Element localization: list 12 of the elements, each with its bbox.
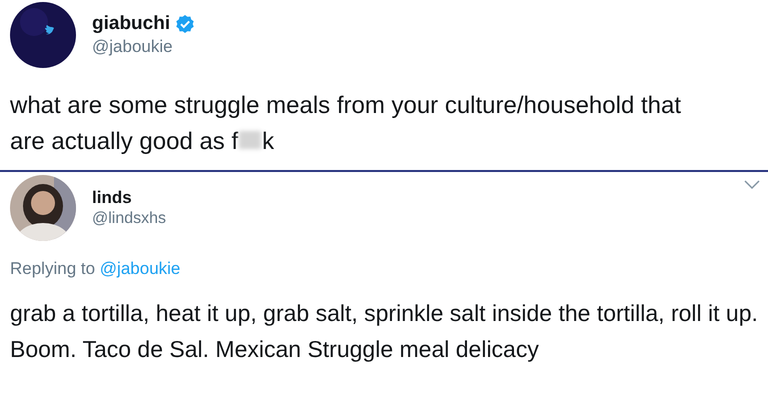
user-name[interactable]: giabuchi [92, 13, 170, 35]
avatar [10, 2, 76, 68]
tweet-text: what are some struggle meals from your culture/household that are actually good as f k [10, 88, 690, 160]
user-name[interactable]: linds [92, 188, 166, 208]
replying-to-text: Replying to @jaboukie [10, 259, 182, 279]
reply-text: grab a tortilla, heat it up, grab salt, sprinkle salt inside the tortilla, roll it up. Boom. Taco de Sal. Mexican Struggle meal delicacy [10, 299, 759, 364]
chevron-down-icon[interactable] [744, 180, 760, 190]
verified-badge-icon [175, 14, 196, 34]
censored-word: f k [231, 127, 274, 157]
mention-link[interactable]: @jaboukie [100, 259, 180, 278]
user-handle[interactable]: @lindsxhs [92, 210, 166, 228]
user-handle[interactable]: @jaboukie [92, 37, 196, 57]
